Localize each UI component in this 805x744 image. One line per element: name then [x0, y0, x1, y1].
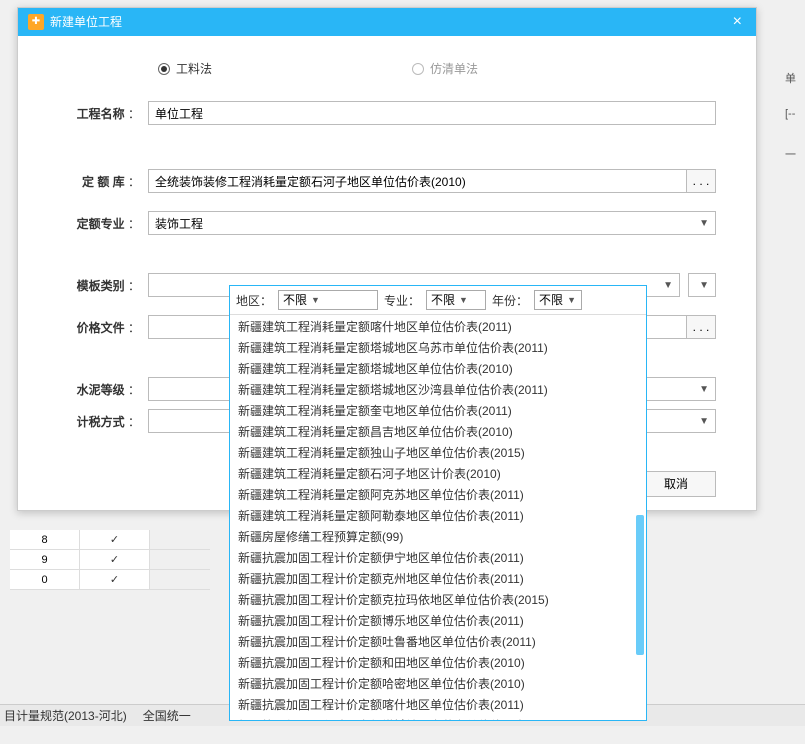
label-quota-spec: 定额专业 ：	[58, 215, 148, 232]
browse-price-button[interactable]: . . .	[686, 315, 716, 339]
radio-icon	[412, 63, 424, 75]
label-price-file: 价格文件 ：	[58, 319, 148, 336]
dropdown-item[interactable]: 新疆建筑工程消耗量定额昌吉地区单位估价表(2010)	[230, 422, 646, 443]
dropdown-list[interactable]: 新疆建筑工程消耗量定额喀什地区单位估价表(2011)新疆建筑工程消耗量定额塔城地…	[230, 315, 646, 720]
scrollbar-thumb[interactable]	[636, 515, 644, 655]
filter-label-spec: 专业：	[384, 292, 420, 309]
select-value: 装饰工程	[155, 215, 203, 232]
dialog-header: ✚ 新建单位工程 ×	[18, 8, 756, 36]
dropdown-item[interactable]: 新疆抗震加固工程计价定额克拉玛依地区单位估价表(2015)	[230, 590, 646, 611]
dropdown-item[interactable]: 新疆房屋修缮工程预算定额(99)	[230, 527, 646, 548]
chevron-down-icon: ▼	[663, 280, 673, 291]
row-check: ✓	[80, 570, 150, 589]
dropdown-item[interactable]: 新疆建筑工程消耗量定额塔城地区单位估价表(2010)	[230, 359, 646, 380]
chevron-down-icon: ▼	[459, 291, 468, 309]
dropdown-item[interactable]: 新疆抗震加固工程计价定额喀什地区单位估价表(2011)	[230, 695, 646, 716]
dropdown-item[interactable]: 新疆抗震加固工程计价定额博乐地区单位估价表(2011)	[230, 611, 646, 632]
select-value: 不限	[283, 291, 307, 309]
dropdown-item[interactable]: 新疆抗震加固工程计价定额塔城地区乌苏市单位估价表(2011)	[230, 716, 646, 720]
label-template: 模板类别 ：	[58, 277, 148, 294]
dropdown-item[interactable]: 新疆建筑工程消耗量定额喀什地区单位估价表(2011)	[230, 317, 646, 338]
dropdown-item[interactable]: 新疆建筑工程消耗量定额阿克苏地区单位估价表(2011)	[230, 485, 646, 506]
label-quota-lib: 定 额 库 ：	[58, 173, 148, 190]
dropdown-item[interactable]: 新疆抗震加固工程计价定额吐鲁番地区单位估价表(2011)	[230, 632, 646, 653]
radio-method-1[interactable]: 工料法	[158, 60, 212, 77]
bg-tab[interactable]: 目计量规范(2013-河北)	[4, 707, 127, 724]
dialog-title: 新建单位工程	[50, 8, 122, 36]
close-icon[interactable]: ×	[729, 8, 746, 36]
dropdown-filter-bar: 地区： 不限 ▼ 专业： 不限 ▼ 年份： 不限 ▼	[230, 286, 646, 315]
chevron-down-icon: ▼	[567, 291, 576, 309]
row-num: 8	[10, 530, 80, 549]
chevron-down-icon: ▼	[699, 218, 709, 229]
chevron-down-icon: ▼	[699, 280, 709, 291]
quota-spec-select[interactable]: 装饰工程 ▼	[148, 211, 716, 235]
filter-label-region: 地区：	[236, 292, 272, 309]
dropdown-item[interactable]: 新疆建筑工程消耗量定额石河子地区计价表(2010)	[230, 464, 646, 485]
row-check: ✓	[80, 550, 150, 569]
label-cement: 水泥等级 ：	[58, 381, 148, 398]
dropdown-item[interactable]: 新疆建筑工程消耗量定额奎屯地区单位估价表(2011)	[230, 401, 646, 422]
dropdown-item[interactable]: 新疆建筑工程消耗量定额独山子地区单位估价表(2015)	[230, 443, 646, 464]
dropdown-item[interactable]: 新疆抗震加固工程计价定额和田地区单位估价表(2010)	[230, 653, 646, 674]
dropdown-item[interactable]: 新疆抗震加固工程计价定额伊宁地区单位估价表(2011)	[230, 548, 646, 569]
browse-lib-button[interactable]: . . .	[686, 169, 716, 193]
row-num: 0	[10, 570, 80, 589]
filter-spec-select[interactable]: 不限 ▼	[426, 290, 486, 310]
template-dropdown-panel: 地区： 不限 ▼ 专业： 不限 ▼ 年份： 不限 ▼ 新疆建筑工程消耗量定额喀什…	[229, 285, 647, 721]
label-tax: 计税方式 ：	[58, 413, 148, 430]
filter-year-select[interactable]: 不限 ▼	[534, 290, 582, 310]
app-icon: ✚	[28, 14, 44, 30]
radio-label: 工料法	[176, 60, 212, 77]
dropdown-item[interactable]: 新疆建筑工程消耗量定额塔城地区沙湾县单位估价表(2011)	[230, 380, 646, 401]
radio-method-2[interactable]: 仿清单法	[412, 60, 478, 77]
dropdown-item[interactable]: 新疆建筑工程消耗量定额阿勒泰地区单位估价表(2011)	[230, 506, 646, 527]
template-aux-select[interactable]: ▼	[688, 273, 716, 297]
chevron-down-icon: ▼	[311, 291, 320, 309]
label-project-name: 工程名称 ：	[58, 105, 148, 122]
row-num: 9	[10, 550, 80, 569]
filter-label-year: 年份：	[492, 292, 528, 309]
chevron-down-icon: ▼	[699, 416, 709, 427]
bg-tab[interactable]: 全国统一	[143, 707, 191, 724]
project-name-input[interactable]	[148, 101, 716, 125]
radio-icon	[158, 63, 170, 75]
select-value: 不限	[431, 291, 455, 309]
row-check: ✓	[80, 530, 150, 549]
background-table: 8 ✓ 9 ✓ 0 ✓	[10, 530, 210, 590]
dropdown-item[interactable]: 新疆抗震加固工程计价定额哈密地区单位估价表(2010)	[230, 674, 646, 695]
chevron-down-icon: ▼	[699, 384, 709, 395]
filter-region-select[interactable]: 不限 ▼	[278, 290, 378, 310]
cancel-button[interactable]: 取消	[636, 471, 716, 497]
radio-label: 仿清单法	[430, 60, 478, 77]
dropdown-item[interactable]: 新疆建筑工程消耗量定额塔城地区乌苏市单位估价表(2011)	[230, 338, 646, 359]
select-value: 不限	[539, 291, 563, 309]
dropdown-item[interactable]: 新疆抗震加固工程计价定额克州地区单位估价表(2011)	[230, 569, 646, 590]
right-strip: 单 [-- 一	[785, 70, 805, 164]
quota-lib-input[interactable]	[148, 169, 686, 193]
